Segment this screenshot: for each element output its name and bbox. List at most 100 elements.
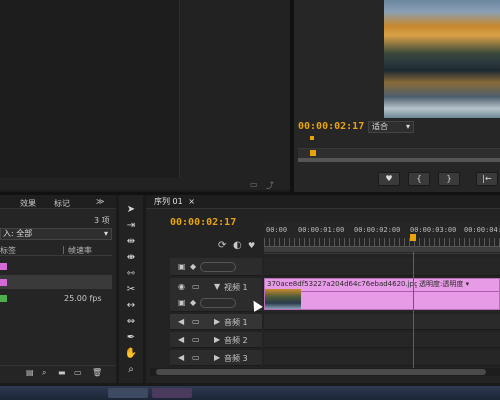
- slide-tool-icon[interactable]: ⇔: [124, 316, 138, 328]
- playhead-line[interactable]: [413, 252, 414, 368]
- slip-tool-icon[interactable]: ↔: [124, 300, 138, 312]
- fit-dropdown[interactable]: 适合 ▾: [368, 121, 414, 133]
- grid-view-icon[interactable]: ▤: [26, 368, 34, 377]
- track-label-pill: [200, 298, 236, 308]
- program-scrubber[interactable]: [298, 148, 500, 162]
- column-label: 标签: [0, 246, 16, 255]
- sync-lock-icon[interactable]: ▭: [192, 317, 200, 326]
- sync-lock-icon[interactable]: ▭: [192, 335, 200, 344]
- taskbar-button[interactable]: [152, 388, 192, 398]
- track-label-pill: [200, 262, 236, 272]
- search-icon[interactable]: ⌕: [42, 368, 46, 378]
- scrubber-track: [298, 158, 500, 162]
- add-marker-button[interactable]: ♥: [378, 172, 400, 186]
- label-swatch: [0, 295, 7, 302]
- project-footer: ▤ ⌕ ▬ ▭ 🗑: [0, 365, 116, 379]
- delete-icon[interactable]: 🗑: [92, 368, 102, 377]
- expand-triangle-icon[interactable]: ▶: [214, 317, 220, 326]
- speaker-icon[interactable]: ◀: [178, 317, 184, 326]
- keyframe-icon[interactable]: ◆: [190, 298, 196, 307]
- marker-icon[interactable]: ◐: [233, 240, 242, 251]
- mark-in-button[interactable]: {: [408, 172, 430, 186]
- ripple-edit-tool-icon[interactable]: ⇹: [124, 236, 138, 248]
- export-frame-icon[interactable]: ▭: [250, 180, 258, 189]
- list-item[interactable]: [0, 275, 112, 289]
- sync-lock-icon[interactable]: ▭: [192, 353, 200, 362]
- opacity-line[interactable]: [301, 291, 499, 292]
- video-clip[interactable]: 370ace8df53227a204d64c76ebad4620.jpg 透明度…: [264, 278, 500, 310]
- ruler-label: 00:00: [266, 226, 288, 234]
- ruler-label: 00:00:02:00: [354, 226, 401, 234]
- item-count: 3 项: [94, 216, 110, 225]
- program-monitor-panel: 00:00:02:17 适合 ▾ ♥ { } |←: [294, 0, 500, 192]
- zoom-tool-icon[interactable]: ⌕: [124, 364, 138, 376]
- scrollbar-thumb[interactable]: [156, 369, 486, 375]
- new-item-icon[interactable]: ▭: [74, 368, 82, 377]
- snap-icon[interactable]: ⟳: [218, 240, 226, 251]
- playhead-marker-icon[interactable]: [310, 150, 316, 156]
- track-lane-audio1[interactable]: [264, 314, 500, 330]
- track-select-tool-icon[interactable]: ⇥: [124, 220, 138, 232]
- tab-effects[interactable]: 效果: [20, 198, 36, 209]
- film-icon: ▣: [178, 262, 186, 271]
- track-header-audio2[interactable]: ◀ ▭ ▶ 音频 2: [170, 332, 262, 348]
- ruler-label: 00:00:01:00: [298, 226, 345, 234]
- track-lane-audio2[interactable]: [264, 332, 500, 348]
- label-swatch: [0, 279, 7, 286]
- expand-triangle-icon[interactable]: ▶: [214, 353, 220, 362]
- track-header-video1[interactable]: ◉ ▭ ▼ 视频 1 ▣ ◆: [170, 278, 262, 312]
- eye-icon[interactable]: ◉: [178, 282, 185, 291]
- razor-tool-icon[interactable]: ✂: [124, 284, 138, 296]
- chevron-down-icon: ▾: [465, 280, 470, 288]
- list-item[interactable]: 25.00 fps: [0, 291, 112, 305]
- close-icon[interactable]: ×: [188, 197, 195, 206]
- track-header-audio3[interactable]: ◀ ▭ ▶ 音频 3: [170, 350, 262, 366]
- taskbar-button[interactable]: [108, 388, 148, 398]
- work-area-bar[interactable]: [264, 246, 500, 252]
- sync-lock-icon[interactable]: ▭: [192, 282, 200, 291]
- new-bin-icon[interactable]: ▬: [58, 368, 66, 377]
- film-icon: ▣: [178, 298, 186, 307]
- expand-triangle-icon[interactable]: ▶: [214, 335, 220, 344]
- rate-stretch-tool-icon[interactable]: ⇿: [124, 268, 138, 280]
- hand-tool-icon[interactable]: ✋: [124, 348, 138, 360]
- mark-out-button[interactable]: }: [438, 172, 460, 186]
- ruler-ticks: [264, 238, 500, 246]
- go-to-in-button[interactable]: |←: [476, 172, 498, 186]
- rolling-edit-tool-icon[interactable]: ⇼: [124, 252, 138, 264]
- settings-icon[interactable]: ⤴: [266, 180, 274, 191]
- program-ruler-marker-icon: [310, 136, 314, 140]
- filter-dropdown[interactable]: 入: 全部 ▾: [0, 228, 112, 240]
- timeline-horizontal-scrollbar[interactable]: [150, 368, 500, 376]
- selection-tool-icon[interactable]: ➤: [124, 204, 138, 216]
- tab-sequence-label: 序列 01: [154, 197, 183, 206]
- lock-icon[interactable]: ◆: [190, 262, 196, 271]
- playhead-marker-icon[interactable]: [410, 234, 416, 241]
- tab-sequence[interactable]: 序列 01 ×: [150, 196, 199, 208]
- track-lane-audio3[interactable]: [264, 350, 500, 366]
- column-header[interactable]: 标签 | 帧速率: [0, 244, 112, 256]
- list-item[interactable]: [0, 259, 112, 273]
- track-name-audio2: 音频 2: [224, 336, 248, 345]
- effect-label: 透明度:透明度: [419, 280, 464, 288]
- project-panel: 效果 标记 ≫ 3 项 入: 全部 ▾ 标签 | 帧速率 25.00 fps ▤…: [0, 195, 116, 383]
- clip-thumbnail: [265, 289, 301, 309]
- effect-dropdown[interactable]: 透明度:透明度 ▾: [417, 279, 472, 289]
- add-marker-icon[interactable]: ♥: [248, 241, 255, 250]
- track-header-audio1[interactable]: ◀ ▭ ▶ 音频 1: [170, 314, 262, 330]
- track-lane-video2[interactable]: [264, 258, 500, 276]
- menu-icon[interactable]: ≫: [96, 197, 104, 206]
- program-timecode[interactable]: 00:00:02:17: [298, 121, 364, 132]
- speaker-icon[interactable]: ◀: [178, 353, 184, 362]
- speaker-icon[interactable]: ◀: [178, 335, 184, 344]
- tab-markers[interactable]: 标记: [54, 198, 70, 209]
- pen-tool-icon[interactable]: ✒: [124, 332, 138, 344]
- chevron-down-icon: ▾: [405, 122, 410, 131]
- timeline-timecode[interactable]: 00:00:02:17: [170, 217, 236, 228]
- column-separator: |: [62, 245, 65, 254]
- expand-triangle-icon[interactable]: ▼: [214, 282, 220, 291]
- vertical-divider-top[interactable]: [290, 0, 294, 192]
- track-header-video2[interactable]: ▣ ◆: [170, 258, 262, 276]
- filter-prefix: 入:: [3, 229, 14, 238]
- clip-name: 370ace8df53227a204d64c76ebad4620.jpg: [267, 280, 419, 288]
